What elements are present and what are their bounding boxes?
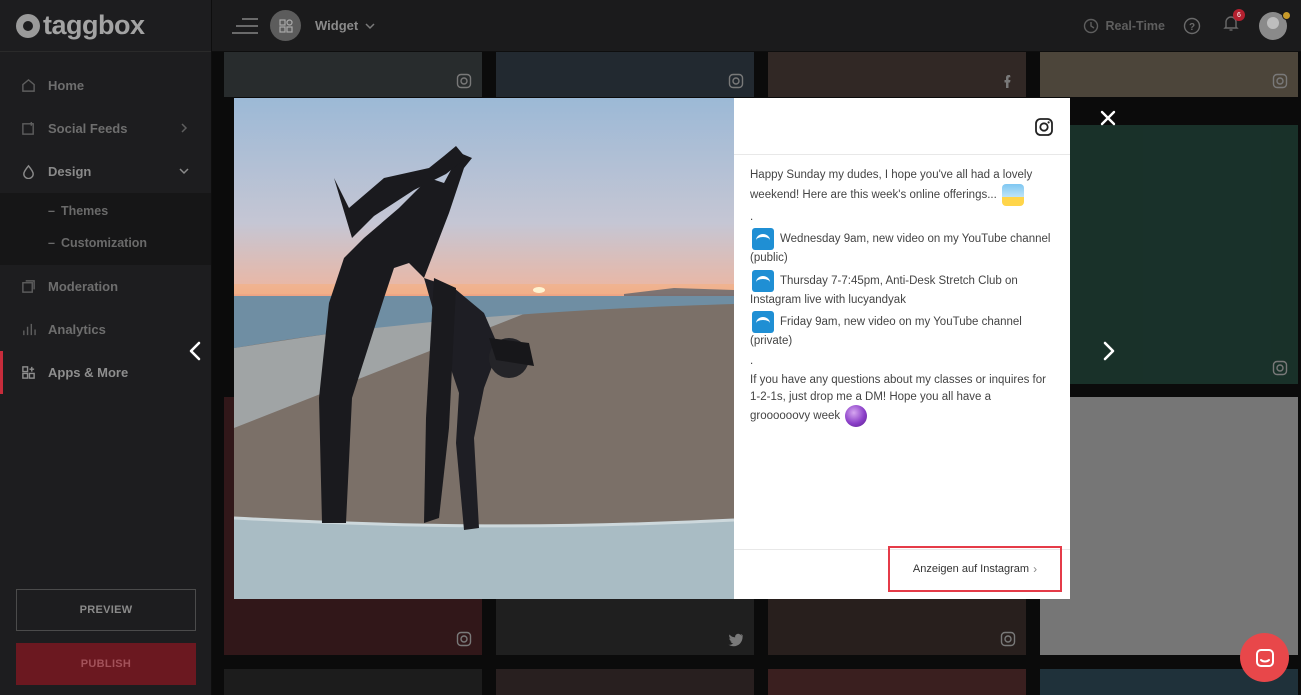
post-footer: Anzeigen auf Instagram › (734, 546, 1070, 599)
close-icon[interactable] (1097, 107, 1119, 129)
caption-line: Wednesday 9am, new video on my YouTube c… (750, 228, 1054, 267)
chevron-right-icon: › (1033, 562, 1038, 576)
social-feeds-icon (20, 121, 36, 137)
caption-line: . (750, 210, 754, 223)
post-caption: Happy Sunday my dudes, I hope you've all… (734, 155, 1070, 427)
post-modal: Happy Sunday my dudes, I hope you've all… (234, 98, 1070, 599)
publish-button[interactable]: PUBLISH (16, 643, 196, 685)
view-on-instagram-link[interactable]: Anzeigen auf Instagram › (888, 546, 1062, 592)
wave-emoji-icon (752, 269, 774, 292)
sidebar-nav: Home Social Feeds Design Themes Customiz… (0, 52, 211, 394)
sidebar-subitem-customization[interactable]: Customization (0, 227, 211, 259)
post-details: Happy Sunday my dudes, I hope you've all… (734, 98, 1070, 599)
sun-emoji-icon (1002, 183, 1025, 206)
caption-line: Friday 9am, new video on my YouTube chan… (750, 311, 1054, 350)
instagram-icon[interactable] (1034, 117, 1054, 137)
topbar: Widget Real-Time ? 6 (212, 0, 1301, 52)
sidebar-item-design[interactable]: Design (0, 150, 211, 193)
wave-emoji-icon (752, 228, 774, 250)
realtime-label: Real-Time (1105, 19, 1165, 33)
help-icon[interactable]: ? (1183, 17, 1201, 35)
topbar-actions: Real-Time ? 6 (1083, 0, 1301, 52)
design-drop-icon (20, 164, 36, 180)
design-submenu: Themes Customization (0, 193, 211, 265)
chevron-right-icon (181, 123, 188, 133)
sidebar: taggbox Home Social Feeds Design – Theme… (0, 0, 212, 695)
chat-icon (1255, 648, 1274, 667)
sidebar-item-social-feeds[interactable]: Social Feeds (0, 107, 211, 150)
realtime-toggle[interactable]: Real-Time (1083, 18, 1165, 34)
wave-emoji-icon (752, 311, 774, 333)
apps-icon (20, 365, 36, 381)
sidebar-item-label: Apps & More (48, 365, 129, 380)
caption-line: If you have any questions about my class… (750, 372, 1054, 427)
chevron-down-icon (179, 168, 189, 175)
caption-line: Thursday 7-7:45pm, Anti-Desk Stretch Clu… (750, 269, 1054, 309)
chat-launcher[interactable] (1240, 633, 1289, 682)
sidebar-item-label: Moderation (48, 279, 119, 294)
menu-toggle-icon[interactable] (232, 17, 258, 34)
widget-avatar[interactable] (270, 10, 301, 41)
brand-logo[interactable]: taggbox (0, 0, 211, 52)
sidebar-item-analytics[interactable]: Analytics (0, 308, 211, 351)
post-header (734, 98, 1070, 155)
next-post-icon[interactable] (1099, 340, 1119, 362)
yoga-pose-photo (234, 146, 734, 599)
status-dot (1282, 11, 1291, 20)
app-root: taggbox Home Social Feeds Design – Theme… (0, 0, 1301, 695)
caption-line: Happy Sunday my dudes, I hope you've all… (750, 167, 1054, 206)
sidebar-item-moderation[interactable]: Moderation (0, 265, 211, 308)
analytics-icon (20, 322, 36, 338)
logo-mark-icon (16, 13, 40, 38)
sidebar-item-label: Analytics (48, 322, 106, 337)
sidebar-item-apps-more[interactable]: Apps & More (0, 351, 211, 394)
sidebar-item-home[interactable]: Home (0, 64, 211, 107)
post-image (234, 98, 734, 599)
moderation-icon (20, 279, 36, 295)
notification-badge: 6 (1233, 9, 1245, 21)
svg-text:?: ? (1189, 22, 1195, 33)
widget-selector-label[interactable]: Widget (315, 18, 358, 33)
chevron-down-icon[interactable] (364, 20, 376, 32)
crystal-ball-emoji-icon (845, 405, 868, 427)
clock-icon (1084, 18, 1099, 34)
sidebar-subitem-themes[interactable]: Themes (0, 195, 211, 227)
sidebar-item-label: Design (48, 164, 92, 179)
previous-post-icon[interactable] (185, 340, 205, 362)
preview-button[interactable]: PREVIEW (16, 589, 196, 631)
caption-line: . (750, 354, 754, 367)
widget-grid-icon (278, 18, 293, 33)
home-icon (20, 78, 36, 94)
brand-name: taggbox (43, 10, 145, 40)
sidebar-item-label: Social Feeds (48, 121, 128, 136)
notifications-button[interactable]: 6 (1223, 9, 1245, 37)
sidebar-item-label: Home (48, 78, 85, 93)
